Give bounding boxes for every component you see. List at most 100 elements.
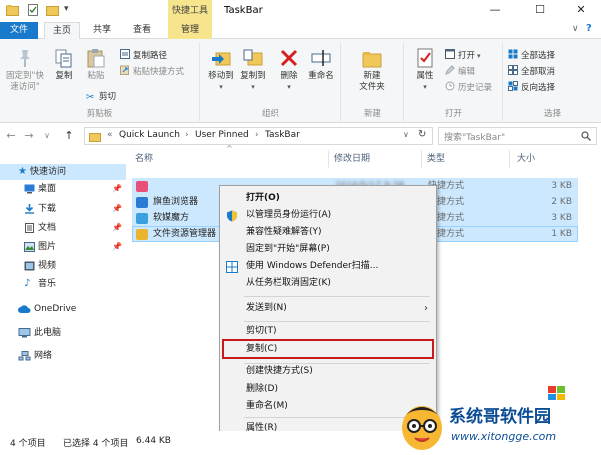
status-selected-count: 已选择 4 个项目: [63, 439, 129, 449]
rename-button[interactable]: 重命名: [303, 45, 339, 82]
nav-label: 文档: [38, 223, 57, 233]
quick-access-toolbar-dropdown-icon[interactable]: ▾: [64, 4, 69, 14]
tab-share[interactable]: 共享: [84, 22, 120, 39]
breadcrumb-overflow[interactable]: «: [107, 130, 113, 140]
menu-item-label: 创建快捷方式(S): [246, 366, 313, 376]
menu-item-pin-start[interactable]: 固定到"开始"屏幕(P): [222, 241, 434, 258]
menu-item-unpin-taskbar[interactable]: 从任务栏取消固定(K): [222, 275, 434, 292]
pictures-folder-icon: [24, 242, 35, 252]
window-title: TaskBar: [224, 5, 263, 16]
paste-shortcut-button[interactable]: 粘贴快捷方式: [120, 65, 184, 77]
paste-icon: [87, 49, 105, 68]
status-selected-size: 6.44 KB: [136, 436, 171, 446]
minimize-button[interactable]: —: [474, 0, 516, 22]
breadcrumb-user-pinned[interactable]: User Pinned: [195, 130, 249, 140]
back-button[interactable]: ←: [4, 128, 18, 144]
clipboard-group: 固定到"快 速访问" 复制 粘贴 复制路径 粘贴快捷方式 ✂ 剪切 剪贴板: [0, 43, 200, 121]
breadcrumb-taskbar[interactable]: TaskBar: [265, 130, 300, 140]
column-header-name[interactable]: 名称: [135, 148, 153, 170]
column-header-size[interactable]: 大小: [517, 148, 535, 170]
properties-quick-icon[interactable]: [27, 4, 40, 16]
maximize-button[interactable]: ☐: [519, 0, 561, 22]
delete-x-icon: [280, 49, 298, 67]
menu-item-run-as-admin[interactable]: 以管理员身份运行(A): [222, 207, 434, 224]
nav-item-pictures[interactable]: 图片 📌: [0, 239, 126, 255]
up-button[interactable]: ↑: [62, 128, 76, 144]
recent-locations-button[interactable]: ∨: [40, 128, 54, 144]
invert-selection-button[interactable]: 反向选择: [508, 81, 555, 93]
nav-item-documents[interactable]: 文档 📌: [0, 220, 126, 236]
desktop-folder-icon: [24, 184, 35, 194]
nav-item-onedrive[interactable]: OneDrive: [0, 301, 126, 317]
file-name: 文件资源管理器: [153, 229, 217, 239]
copy-path-label: 复制路径: [133, 51, 168, 61]
help-icon[interactable]: ?: [586, 23, 592, 34]
pin-icon[interactable]: 📌: [112, 220, 122, 236]
copy-to-button[interactable]: 复制到 ▾: [235, 45, 271, 92]
nav-item-desktop[interactable]: 桌面 📌: [0, 181, 126, 197]
refresh-icon[interactable]: ↻: [418, 129, 426, 140]
nav-item-music[interactable]: ♪ 音乐: [0, 276, 126, 292]
mascot-logo-icon: [402, 406, 442, 450]
address-dropdown-icon[interactable]: ∨: [403, 130, 409, 139]
menu-item-send-to[interactable]: 发送到(N) ›: [222, 300, 434, 317]
rename-icon: [311, 50, 331, 66]
copy-button[interactable]: 复制: [46, 45, 82, 82]
delete-label: 删除: [280, 71, 298, 81]
column-header-type[interactable]: 类型: [427, 148, 445, 170]
nav-item-videos[interactable]: 视频: [0, 258, 126, 274]
move-to-button[interactable]: 移动到 ▾: [203, 45, 239, 92]
select-none-button[interactable]: 全部取消: [508, 65, 555, 77]
organize-group-label: 组织: [261, 109, 279, 119]
edit-button[interactable]: 编辑: [445, 65, 475, 77]
close-button[interactable]: ✕: [560, 0, 601, 22]
nav-item-this-pc[interactable]: 此电脑: [0, 325, 126, 341]
menu-item-copy[interactable]: 复制(C): [222, 339, 434, 359]
search-input[interactable]: 搜索"TaskBar": [438, 127, 597, 145]
file-name: 软媒魔方: [153, 213, 190, 223]
new-folder-button[interactable]: 新建 文件夹: [354, 45, 390, 93]
invert-selection-label: 反向选择: [521, 83, 556, 93]
column-header-date[interactable]: 修改日期: [334, 148, 370, 170]
network-icon: [18, 351, 31, 361]
menu-item-label: 发送到(N): [246, 303, 287, 313]
paste-button[interactable]: 粘贴: [78, 45, 114, 82]
videos-folder-icon: [24, 261, 35, 271]
properties-button[interactable]: 属性 ▾: [407, 45, 443, 92]
menu-item-cut[interactable]: 剪切(T): [222, 323, 434, 340]
tab-manage[interactable]: 管理: [168, 22, 212, 39]
organize-group: 移动到 ▾ 复制到 ▾ 删除 ▾ 重命名 组织: [201, 43, 341, 121]
nav-item-network[interactable]: 网络: [0, 348, 126, 364]
menu-item-create-shortcut[interactable]: 创建快捷方式(S): [222, 363, 434, 380]
column-separator[interactable]: [509, 150, 510, 168]
ribbon-expand-icon[interactable]: ∨: [572, 24, 579, 34]
forward-button[interactable]: →: [22, 128, 36, 144]
context-tab-header: 快捷工具: [168, 0, 212, 22]
delete-button[interactable]: 删除 ▾: [271, 45, 307, 92]
cut-button[interactable]: ✂ 剪切: [86, 91, 116, 103]
new-folder-quick-icon[interactable]: [46, 4, 59, 16]
pin-icon[interactable]: 📌: [112, 201, 122, 217]
pin-quick-access-button[interactable]: 固定到"快 速访问": [3, 45, 47, 93]
address-bar[interactable]: « Quick Launch › User Pinned › TaskBar ∨…: [84, 127, 433, 145]
breadcrumb-quick-launch[interactable]: Quick Launch: [119, 130, 180, 140]
pin-icon[interactable]: 📌: [112, 181, 122, 197]
copy-path-button[interactable]: 复制路径: [120, 49, 167, 61]
column-separator[interactable]: [421, 150, 422, 168]
tab-file[interactable]: 文件: [0, 22, 38, 39]
nav-item-quick-access[interactable]: ★ 快速访问: [0, 164, 126, 180]
tab-view[interactable]: 查看: [124, 22, 160, 39]
menu-item-open[interactable]: 打开(O): [222, 190, 434, 207]
menu-item-defender-scan[interactable]: 使用 Windows Defender扫描...: [222, 258, 434, 275]
menu-item-label: 复制(C): [246, 344, 278, 354]
history-button[interactable]: 历史记录: [445, 81, 492, 93]
pin-icon[interactable]: 📌: [112, 239, 122, 255]
select-all-button[interactable]: 全部选择: [508, 49, 555, 61]
menu-item-label: 兼容性疑难解答(Y): [246, 227, 322, 237]
open-group: 属性 ▾ 打开 ▾ 编辑 历史记录 打开: [405, 43, 503, 121]
tab-home[interactable]: 主页: [44, 22, 80, 40]
menu-item-compat-troubleshoot[interactable]: 兼容性疑难解答(Y): [222, 224, 434, 241]
nav-item-downloads[interactable]: 下载 📌: [0, 201, 126, 217]
open-button[interactable]: 打开 ▾: [445, 49, 481, 61]
column-separator[interactable]: [328, 150, 329, 168]
